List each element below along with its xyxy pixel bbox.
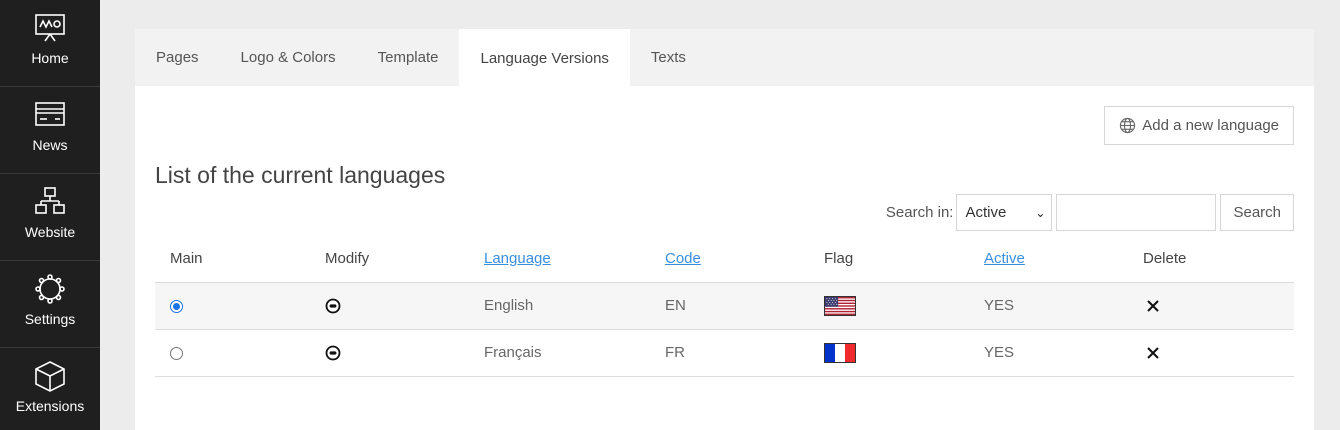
tab-template[interactable]: Template [357,29,460,86]
col-header-delete: Delete [1128,236,1294,283]
language-name: Français [469,329,650,377]
chevron-down-icon: ⌄ [1035,205,1046,220]
main-language-radio[interactable] [170,346,183,360]
search-field-select[interactable]: Active ⌄ [956,194,1053,231]
sidebar-item-label: Settings [24,311,76,327]
add-language-button[interactable]: Add a new language [1104,106,1294,145]
sitemap-icon [35,187,65,214]
delete-icon[interactable] [1146,299,1160,313]
sidebar: Home News Website Settings Extensions [0,0,100,430]
main-language-radio[interactable] [170,299,183,313]
globe-icon [1120,117,1136,134]
tab-language-versions[interactable]: Language Versions [459,29,630,86]
page-title: List of the current languages [155,162,446,188]
sidebar-item-extensions[interactable]: Extensions [0,348,100,430]
sidebar-item-settings[interactable]: Settings [0,261,100,348]
search-select-value: Active [965,204,1007,221]
languages-table: Main Modify Language Code Flag Active De… [155,236,1294,377]
language-code: FR [650,329,809,377]
col-header-modify: Modify [310,236,469,283]
sidebar-item-label: News [32,137,68,153]
gear-icon [35,274,65,304]
sidebar-item-label: Extensions [15,398,85,414]
language-code: EN [650,282,809,330]
tab-logo-colors[interactable]: Logo & Colors [220,29,357,86]
col-header-main: Main [155,236,310,283]
delete-icon[interactable] [1146,346,1160,360]
table-header-row: Main Modify Language Code Flag Active De… [155,236,1294,283]
us-flag-icon [824,295,856,316]
tab-bar: Pages Logo & Colors Template Language Ve… [135,29,1314,86]
search-input[interactable] [1056,194,1217,231]
active-status: YES [969,282,1128,330]
edit-icon[interactable] [325,298,341,314]
sidebar-item-website[interactable]: Website [0,174,100,261]
tab-pages[interactable]: Pages [135,29,220,86]
table-row: Français FR YES [155,329,1294,377]
active-status: YES [969,329,1128,377]
table-row: English EN YES [155,282,1294,330]
search-bar: Search in: Active ⌄ Search [886,194,1294,231]
news-card-icon [35,102,65,126]
search-label: Search in: [885,204,954,221]
col-header-active[interactable]: Active [969,236,1128,283]
col-header-code[interactable]: Code [650,236,809,283]
add-language-label: Add a new language [1142,117,1279,134]
cube-icon [35,361,65,392]
language-name: English [469,282,650,330]
sidebar-item-label: Website [24,224,76,240]
sidebar-item-news[interactable]: News [0,87,100,174]
presentation-board-icon [35,14,65,42]
sidebar-item-home[interactable]: Home [0,0,100,87]
search-button[interactable]: Search [1220,194,1294,231]
col-header-flag: Flag [809,236,969,283]
tab-texts[interactable]: Texts [630,29,707,86]
sidebar-item-label: Home [31,50,69,66]
edit-icon[interactable] [325,345,341,361]
main-panel: Pages Logo & Colors Template Language Ve… [135,29,1314,430]
fr-flag-icon [824,342,856,363]
col-header-language[interactable]: Language [469,236,650,283]
